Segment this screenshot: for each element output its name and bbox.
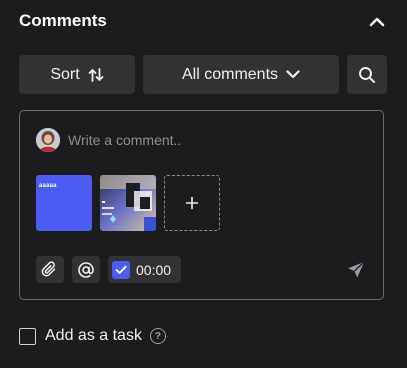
chevron-up-icon (369, 17, 385, 27)
filter-dropdown[interactable]: All comments (143, 55, 339, 94)
collapse-button[interactable] (365, 10, 389, 34)
attachment-thumbnail[interactable] (100, 175, 156, 231)
add-task-label[interactable]: Add as a task (45, 327, 142, 345)
add-task-checkbox[interactable] (19, 327, 36, 345)
timestamp-toggle[interactable]: 00:00 (108, 256, 181, 283)
attachment-thumbnail[interactable]: aaaaa (36, 175, 92, 231)
comment-composer: aaaaa (19, 110, 384, 300)
plus-icon (185, 196, 199, 210)
add-attachment-button[interactable] (164, 175, 220, 231)
avatar (36, 128, 60, 152)
comments-header: Comments (19, 8, 389, 36)
attach-file-button[interactable] (36, 256, 64, 283)
mention-button[interactable] (72, 256, 100, 283)
question-icon[interactable]: ? (149, 328, 166, 344)
sort-arrows-icon (88, 67, 104, 82)
timestamp-value: 00:00 (136, 261, 172, 278)
sort-label: Sort (50, 65, 80, 83)
panel-title: Comments (19, 11, 107, 30)
timestamp-checkbox[interactable] (112, 260, 130, 279)
filter-label: All comments (181, 65, 279, 83)
sort-button[interactable]: Sort (19, 55, 135, 94)
search-button[interactable] (347, 55, 387, 94)
comment-input[interactable] (68, 129, 358, 151)
chevron-down-icon (286, 70, 300, 79)
search-icon (359, 66, 375, 83)
checkmark-icon (115, 265, 127, 274)
add-task-row: Add as a task ? (19, 326, 166, 346)
send-button[interactable] (345, 259, 367, 281)
send-icon (348, 261, 365, 278)
at-icon (78, 261, 94, 278)
paperclip-icon (41, 260, 56, 276)
